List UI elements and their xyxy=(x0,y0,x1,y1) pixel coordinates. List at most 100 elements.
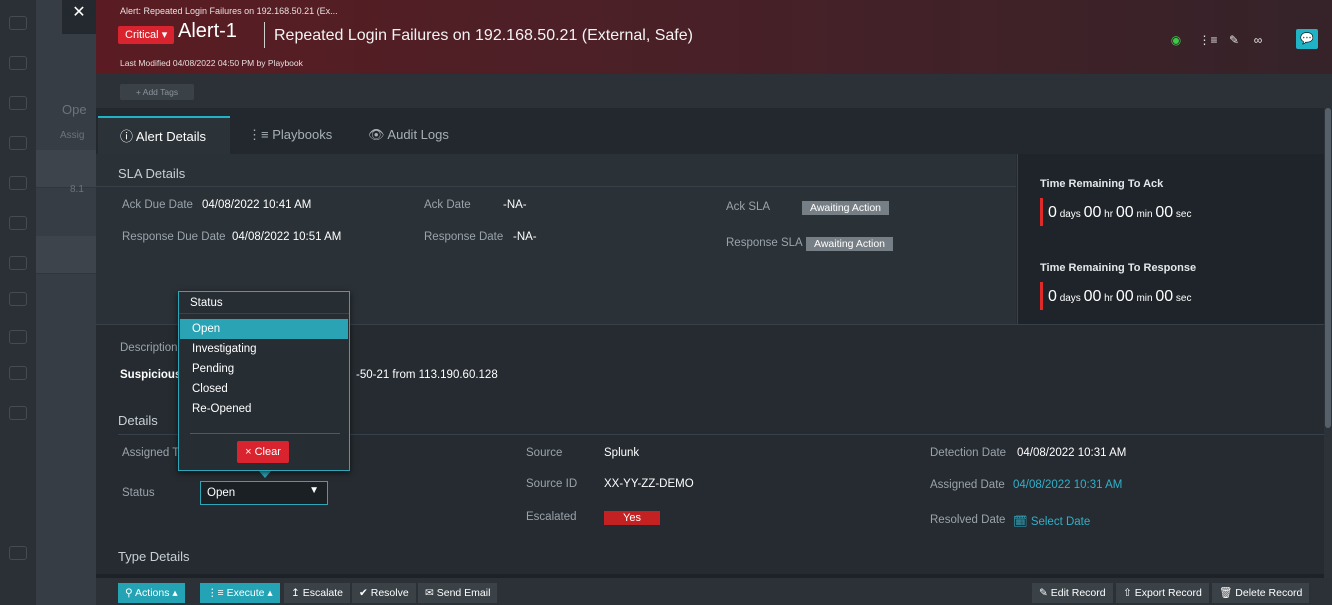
grid-icon[interactable] xyxy=(9,292,27,306)
tab-label: Audit Logs xyxy=(387,127,449,142)
edit-icon: ✎ xyxy=(1039,587,1048,599)
list-item xyxy=(36,150,96,188)
status-option-closed[interactable]: Closed xyxy=(180,379,348,399)
left-nav-rail xyxy=(0,0,36,605)
last-modified: Last Modified 04/08/2022 04:50 PM by Pla… xyxy=(120,58,303,68)
playbook-icon[interactable]: ⋮≡ xyxy=(1196,30,1220,50)
ack-due-label: Ack Due Date xyxy=(122,199,193,211)
response-remaining-bar xyxy=(1040,282,1043,310)
ack-sla-badge: Awaiting Action xyxy=(802,201,890,215)
response-remaining-title: Time Remaining To Response xyxy=(1040,262,1197,274)
alert-id: Alert-1 xyxy=(178,20,237,42)
status-select[interactable]: Open ▼ xyxy=(200,481,328,505)
building-icon[interactable] xyxy=(9,216,27,230)
ack-date-value: -NA- xyxy=(503,199,527,211)
resolved-date-value: Select Date xyxy=(1030,516,1091,528)
divider xyxy=(264,22,265,48)
resolve-label: Resolve xyxy=(370,587,409,599)
description-text: Suspicious xyxy=(120,369,182,381)
response-date-value: -NA- xyxy=(513,231,537,243)
export-record-button[interactable]: ⇧ Export Record xyxy=(1116,583,1209,603)
shuffle-icon[interactable] xyxy=(9,136,27,150)
add-tags-button[interactable]: + Add Tags xyxy=(120,84,194,100)
status-dot-icon: ◉ xyxy=(1170,33,1182,47)
severity-label: Critical xyxy=(125,29,159,41)
description-label: Description xyxy=(120,342,178,354)
status-option-open[interactable]: Open xyxy=(180,319,348,339)
ack-remaining-bar xyxy=(1040,198,1043,226)
status-label: Status xyxy=(122,487,155,499)
delete-record-label: Delete Record xyxy=(1235,587,1303,599)
dashboard-icon[interactable] xyxy=(9,56,27,70)
resolve-button[interactable]: ✔ Resolve xyxy=(352,583,416,603)
chat-icon[interactable]: 💬 xyxy=(1296,29,1318,49)
clear-button[interactable]: × Clear xyxy=(237,441,289,463)
status-select-value: Open xyxy=(207,487,236,499)
response-due-label: Response Due Date xyxy=(122,231,226,243)
source-label: Source xyxy=(526,447,563,459)
tab-audit-logs[interactable]: 👁 Audit Logs xyxy=(368,116,449,154)
status-option-reopened[interactable]: Re-Opened xyxy=(180,399,348,419)
background-list-panel xyxy=(36,0,96,605)
source-id-value: XX-YY-ZZ-DEMO xyxy=(604,478,694,490)
ack-due-value: 04/08/2022 10:41 AM xyxy=(202,199,312,211)
clear-label: Clear xyxy=(254,446,281,458)
divider xyxy=(190,433,340,434)
scrollbar-thumb[interactable] xyxy=(1325,108,1331,428)
link-icon[interactable]: ∞ xyxy=(1246,30,1270,50)
background-text: Ope xyxy=(62,102,87,117)
settings-icon[interactable] xyxy=(9,366,27,380)
assigned-date-value[interactable]: 04/08/2022 10:31 AM xyxy=(1013,479,1122,491)
assigned-date-label: Assigned Date xyxy=(930,479,1005,491)
trash-icon: 🗑 xyxy=(1219,587,1233,599)
escalated-badge: Yes xyxy=(604,511,660,525)
dropdown-heading: Status xyxy=(190,297,223,309)
tab-playbooks[interactable]: ⋮≡ Playbooks xyxy=(248,116,332,154)
ack-remaining-title: Time Remaining To Ack xyxy=(1040,178,1164,190)
sla-heading: SLA Details xyxy=(118,166,186,181)
send-email-label: Send Email xyxy=(436,587,491,599)
list-item xyxy=(36,236,96,274)
breadcrumb: Alert: Repeated Login Failures on 192.16… xyxy=(120,6,338,16)
escalate-label: Escalate xyxy=(302,587,344,599)
users-icon[interactable] xyxy=(9,406,27,420)
actions-label: Actions xyxy=(135,587,170,599)
edit-icon[interactable]: ✎ xyxy=(1222,30,1246,50)
source-id-label: Source ID xyxy=(526,478,578,490)
close-icon: × xyxy=(245,446,252,458)
response-sla-badge: Awaiting Action xyxy=(806,237,894,251)
chart-icon[interactable] xyxy=(9,256,27,270)
execute-label: Execute xyxy=(226,587,265,599)
response-date-label: Response Date xyxy=(424,231,504,243)
logo-icon[interactable] xyxy=(9,16,27,30)
chevron-down-icon: ▾ xyxy=(161,29,168,41)
dropdown-pointer xyxy=(258,470,272,478)
send-email-button[interactable]: ✉ Send Email xyxy=(418,583,498,603)
response-due-value: 04/08/2022 10:51 AM xyxy=(232,231,342,243)
severity-badge[interactable]: Critical ▾ xyxy=(118,26,175,44)
tab-alert-details[interactable]: ⓘ Alert Details xyxy=(98,116,230,154)
shield-icon[interactable] xyxy=(9,330,27,344)
alerts-icon[interactable] xyxy=(9,176,27,190)
resolved-date-label: Resolved Date xyxy=(930,514,1006,526)
divider xyxy=(96,186,1016,187)
status-option-investigating[interactable]: Investigating xyxy=(180,339,348,359)
execute-button[interactable]: ⋮≡ Execute ▴ xyxy=(200,583,280,603)
delete-record-button[interactable]: 🗑 Delete Record xyxy=(1212,583,1310,603)
ack-date-label: Ack Date xyxy=(424,199,471,211)
escalate-button[interactable]: ↥ Escalate xyxy=(284,583,351,603)
resolved-date-picker[interactable]: 🗓 Select Date xyxy=(1013,514,1090,528)
detection-date-value: 04/08/2022 10:31 AM xyxy=(1017,447,1127,459)
trash-icon[interactable] xyxy=(9,546,27,560)
close-icon[interactable]: ✕ xyxy=(62,0,96,34)
export-record-label: Export Record xyxy=(1134,587,1202,599)
ack-sla-label: Ack SLA xyxy=(726,201,771,213)
edit-record-button[interactable]: ✎ Edit Record xyxy=(1032,583,1113,603)
people-icon[interactable] xyxy=(9,96,27,110)
tab-label: Alert Details xyxy=(135,129,206,144)
detection-date-label: Detection Date xyxy=(930,447,1007,459)
actions-button[interactable]: ⚲ Actions ▴ xyxy=(118,583,185,603)
escalated-label: Escalated xyxy=(526,511,577,523)
export-icon: ⇧ xyxy=(1123,587,1132,599)
status-option-pending[interactable]: Pending xyxy=(180,359,348,379)
